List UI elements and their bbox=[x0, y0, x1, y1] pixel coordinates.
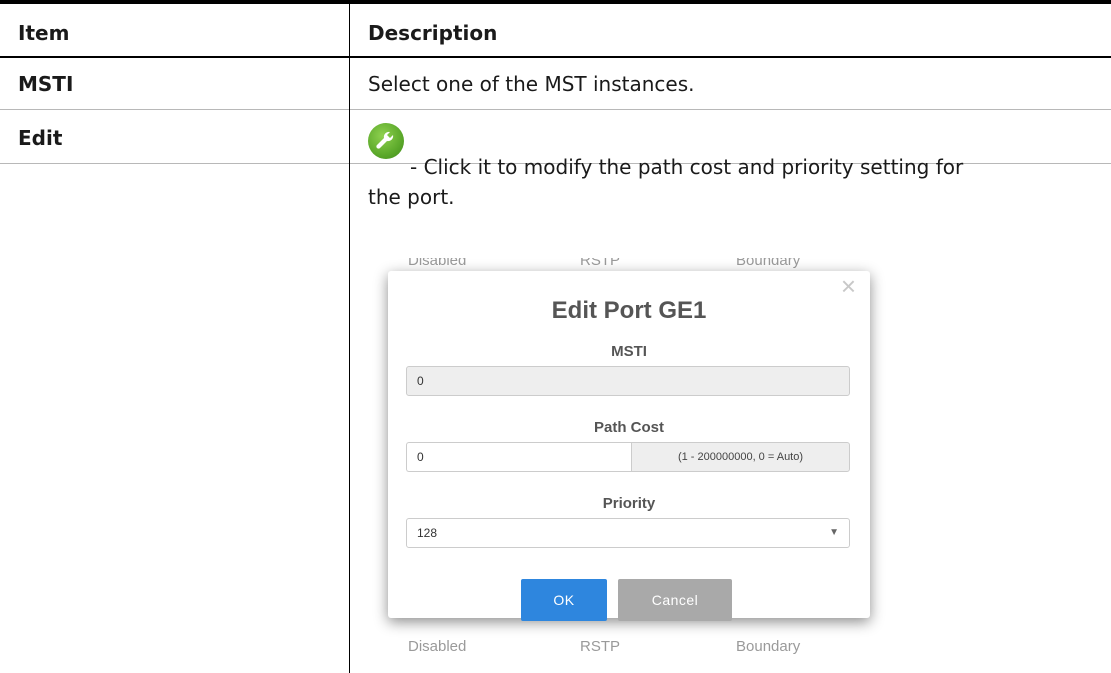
path-cost-input[interactable]: 0 bbox=[406, 442, 631, 472]
description-table: Item Description MSTI Select one of the … bbox=[0, 0, 1111, 673]
path-cost-label: Path Cost bbox=[593, 419, 664, 436]
edit-port-screenshot: Disabled RSTP Boundary Disabled RSTP Bou… bbox=[368, 258, 906, 673]
cancel-button[interactable]: Cancel bbox=[618, 579, 732, 621]
wrench-icon bbox=[368, 123, 404, 159]
table-top-rule bbox=[0, 0, 1111, 4]
row-description-msti: Select one of the MST instances. bbox=[368, 72, 695, 96]
priority-value: 128 bbox=[417, 526, 438, 540]
header-description: Description bbox=[368, 21, 498, 45]
ok-button[interactable]: OK bbox=[521, 579, 607, 621]
column-divider bbox=[349, 4, 350, 673]
priority-select[interactable]: 128 ▼ bbox=[406, 518, 850, 548]
background-text: Disabled bbox=[408, 638, 467, 655]
background-text: Disabled bbox=[408, 258, 467, 269]
background-text: Boundary bbox=[736, 258, 801, 269]
background-text: RSTP bbox=[580, 638, 621, 655]
msti-label: MSTI bbox=[611, 343, 647, 360]
chevron-down-icon: ▼ bbox=[829, 527, 839, 538]
dialog-title: Edit Port GE1 bbox=[551, 297, 707, 324]
background-text: RSTP bbox=[580, 258, 621, 269]
row-divider bbox=[0, 109, 1111, 110]
edit-port-dialog: × Edit Port GE1 MSTI 0 Path Cost 0 (1 - … bbox=[388, 271, 870, 621]
row-description-edit-line2: the port. bbox=[368, 185, 455, 209]
background-text: Boundary bbox=[736, 638, 801, 655]
header-item: Item bbox=[18, 21, 70, 45]
path-cost-hint: (1 - 200000000, 0 = Auto) bbox=[631, 442, 850, 472]
row-description-edit-line1: - Click it to modify the path cost and p… bbox=[410, 155, 964, 179]
msti-field: 0 bbox=[406, 366, 850, 396]
row-item-msti: MSTI bbox=[18, 72, 74, 96]
priority-label: Priority bbox=[602, 495, 656, 512]
row-item-edit: Edit bbox=[18, 126, 63, 150]
header-rule bbox=[0, 56, 1111, 58]
